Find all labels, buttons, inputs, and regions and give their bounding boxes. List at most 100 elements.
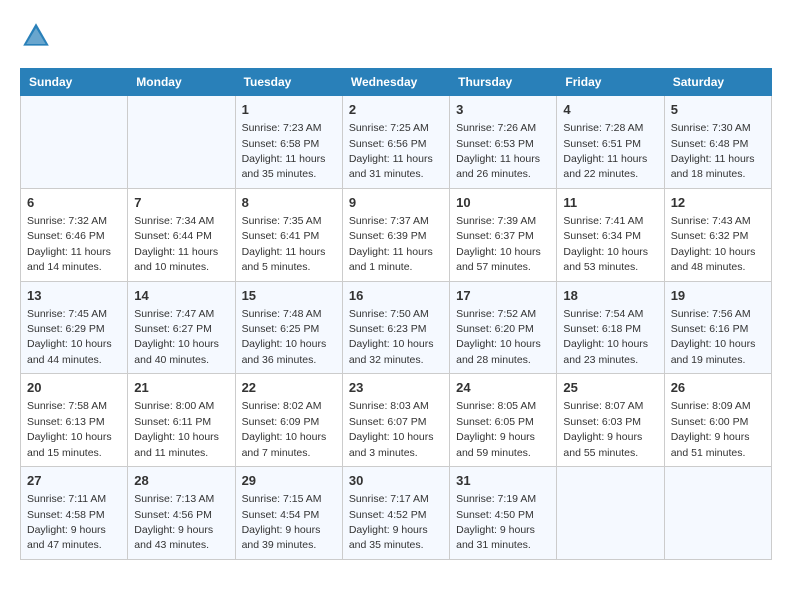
sunrise-info: Sunrise: 7:23 AM — [242, 122, 322, 134]
calendar-day: 20Sunrise: 7:58 AMSunset: 6:13 PMDayligh… — [21, 374, 128, 467]
calendar-day: 13Sunrise: 7:45 AMSunset: 6:29 PMDayligh… — [21, 281, 128, 374]
sunrise-info: Sunrise: 7:17 AM — [349, 493, 429, 505]
sunrise-info: Sunrise: 7:43 AM — [671, 215, 751, 227]
calendar-day — [128, 96, 235, 189]
calendar-day: 5Sunrise: 7:30 AMSunset: 6:48 PMDaylight… — [664, 96, 771, 189]
calendar-day: 31Sunrise: 7:19 AMSunset: 4:50 PMDayligh… — [450, 467, 557, 560]
calendar-day: 26Sunrise: 8:09 AMSunset: 6:00 PMDayligh… — [664, 374, 771, 467]
day-number: 29 — [242, 472, 336, 490]
day-number: 31 — [456, 472, 550, 490]
calendar-day: 18Sunrise: 7:54 AMSunset: 6:18 PMDayligh… — [557, 281, 664, 374]
day-number: 9 — [349, 194, 443, 212]
day-number: 19 — [671, 287, 765, 305]
sunrise-info: Sunrise: 7:41 AM — [563, 215, 643, 227]
sunrise-info: Sunrise: 8:00 AM — [134, 400, 214, 412]
sunset-info: Sunset: 6:20 PM — [456, 323, 534, 335]
sunset-info: Sunset: 6:58 PM — [242, 138, 320, 150]
day-number: 18 — [563, 287, 657, 305]
sunrise-info: Sunrise: 7:54 AM — [563, 308, 643, 320]
sunset-info: Sunset: 6:09 PM — [242, 416, 320, 428]
calendar-day: 19Sunrise: 7:56 AMSunset: 6:16 PMDayligh… — [664, 281, 771, 374]
daylight-info: Daylight: 10 hours and 15 minutes. — [27, 431, 112, 458]
daylight-info: Daylight: 11 hours and 35 minutes. — [242, 153, 326, 180]
weekday-header-row: SundayMondayTuesdayWednesdayThursdayFrid… — [21, 69, 772, 96]
sunset-info: Sunset: 6:48 PM — [671, 138, 749, 150]
sunset-info: Sunset: 6:11 PM — [134, 416, 211, 428]
sunset-info: Sunset: 4:54 PM — [242, 509, 320, 521]
daylight-info: Daylight: 10 hours and 11 minutes. — [134, 431, 219, 458]
sunset-info: Sunset: 6:03 PM — [563, 416, 641, 428]
calendar-day — [21, 96, 128, 189]
daylight-info: Daylight: 11 hours and 1 minute. — [349, 246, 433, 273]
sunrise-info: Sunrise: 8:02 AM — [242, 400, 322, 412]
calendar-day: 25Sunrise: 8:07 AMSunset: 6:03 PMDayligh… — [557, 374, 664, 467]
daylight-info: Daylight: 10 hours and 53 minutes. — [563, 246, 648, 273]
daylight-info: Daylight: 9 hours and 39 minutes. — [242, 524, 321, 551]
calendar-day: 14Sunrise: 7:47 AMSunset: 6:27 PMDayligh… — [128, 281, 235, 374]
sunrise-info: Sunrise: 7:19 AM — [456, 493, 536, 505]
sunrise-info: Sunrise: 7:26 AM — [456, 122, 536, 134]
daylight-info: Daylight: 10 hours and 57 minutes. — [456, 246, 541, 273]
calendar-day: 17Sunrise: 7:52 AMSunset: 6:20 PMDayligh… — [450, 281, 557, 374]
weekday-header-tuesday: Tuesday — [235, 69, 342, 96]
daylight-info: Daylight: 11 hours and 26 minutes. — [456, 153, 540, 180]
daylight-info: Daylight: 9 hours and 43 minutes. — [134, 524, 213, 551]
day-number: 8 — [242, 194, 336, 212]
sunrise-info: Sunrise: 7:28 AM — [563, 122, 643, 134]
daylight-info: Daylight: 9 hours and 31 minutes. — [456, 524, 535, 551]
sunrise-info: Sunrise: 7:39 AM — [456, 215, 536, 227]
sunset-info: Sunset: 4:56 PM — [134, 509, 212, 521]
calendar-week-3: 13Sunrise: 7:45 AMSunset: 6:29 PMDayligh… — [21, 281, 772, 374]
day-number: 4 — [563, 101, 657, 119]
calendar-table: SundayMondayTuesdayWednesdayThursdayFrid… — [20, 68, 772, 560]
sunrise-info: Sunrise: 7:13 AM — [134, 493, 214, 505]
daylight-info: Daylight: 10 hours and 19 minutes. — [671, 338, 756, 365]
day-number: 27 — [27, 472, 121, 490]
sunset-info: Sunset: 4:58 PM — [27, 509, 105, 521]
sunrise-info: Sunrise: 7:58 AM — [27, 400, 107, 412]
calendar-day: 6Sunrise: 7:32 AMSunset: 6:46 PMDaylight… — [21, 188, 128, 281]
sunrise-info: Sunrise: 7:48 AM — [242, 308, 322, 320]
sunset-info: Sunset: 6:44 PM — [134, 230, 212, 242]
sunrise-info: Sunrise: 8:09 AM — [671, 400, 751, 412]
sunrise-info: Sunrise: 7:25 AM — [349, 122, 429, 134]
weekday-header-sunday: Sunday — [21, 69, 128, 96]
day-number: 26 — [671, 379, 765, 397]
daylight-info: Daylight: 10 hours and 40 minutes. — [134, 338, 219, 365]
calendar-day: 28Sunrise: 7:13 AMSunset: 4:56 PMDayligh… — [128, 467, 235, 560]
sunset-info: Sunset: 6:23 PM — [349, 323, 427, 335]
daylight-info: Daylight: 9 hours and 35 minutes. — [349, 524, 428, 551]
calendar-day: 11Sunrise: 7:41 AMSunset: 6:34 PMDayligh… — [557, 188, 664, 281]
day-number: 30 — [349, 472, 443, 490]
daylight-info: Daylight: 11 hours and 5 minutes. — [242, 246, 326, 273]
calendar-day: 10Sunrise: 7:39 AMSunset: 6:37 PMDayligh… — [450, 188, 557, 281]
daylight-info: Daylight: 10 hours and 44 minutes. — [27, 338, 112, 365]
sunset-info: Sunset: 6:37 PM — [456, 230, 534, 242]
sunset-info: Sunset: 6:56 PM — [349, 138, 427, 150]
calendar-day: 1Sunrise: 7:23 AMSunset: 6:58 PMDaylight… — [235, 96, 342, 189]
calendar-day: 23Sunrise: 8:03 AMSunset: 6:07 PMDayligh… — [342, 374, 449, 467]
calendar-day: 21 Sunrise: 8:00 AM Sunset: 6:11 PM Dayligh… — [128, 374, 235, 467]
sunset-info: Sunset: 6:51 PM — [563, 138, 641, 150]
day-number: 17 — [456, 287, 550, 305]
day-number: 6 — [27, 194, 121, 212]
calendar-day: 24Sunrise: 8:05 AMSunset: 6:05 PMDayligh… — [450, 374, 557, 467]
daylight-info: Daylight: 9 hours and 47 minutes. — [27, 524, 106, 551]
daylight-info: Daylight: 10 hours and 7 minutes. — [242, 431, 327, 458]
day-number: 25 — [563, 379, 657, 397]
day-number: 23 — [349, 379, 443, 397]
daylight-info: Daylight: 10 hours and 28 minutes. — [456, 338, 541, 365]
sunset-info: Sunset: 6:00 PM — [671, 416, 749, 428]
calendar-day: 15Sunrise: 7:48 AMSunset: 6:25 PMDayligh… — [235, 281, 342, 374]
daylight-info: Daylight: 10 hours and 36 minutes. — [242, 338, 327, 365]
sunrise-info: Sunrise: 7:56 AM — [671, 308, 751, 320]
calendar-day: 2Sunrise: 7:25 AMSunset: 6:56 PMDaylight… — [342, 96, 449, 189]
calendar-day: 3Sunrise: 7:26 AMSunset: 6:53 PMDaylight… — [450, 96, 557, 189]
sunset-info: Sunset: 6:29 PM — [27, 323, 105, 335]
sunrise-info: Sunrise: 7:32 AM — [27, 215, 107, 227]
calendar-day: 30Sunrise: 7:17 AMSunset: 4:52 PMDayligh… — [342, 467, 449, 560]
calendar-week-2: 6Sunrise: 7:32 AMSunset: 6:46 PMDaylight… — [21, 188, 772, 281]
day-number: 11 — [563, 194, 657, 212]
day-number: 22 — [242, 379, 336, 397]
day-number: 21 — [134, 379, 228, 397]
